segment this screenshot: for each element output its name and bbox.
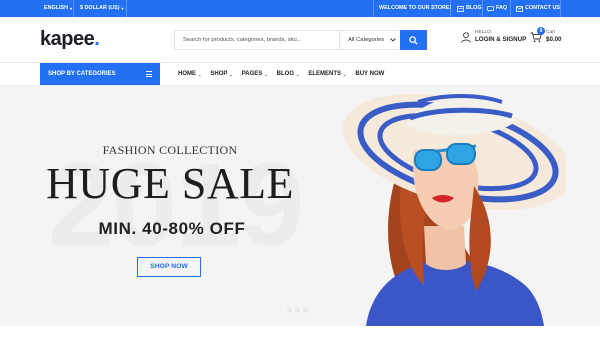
nav-menu: HOME ⌄ SHOP ⌄ PAGES ⌄ BLOG ⌄ ELEMENTS ⌄ BUY N… — [178, 63, 384, 85]
top-bar: ENGLISH ▾ $ DOLLAR (US) ▾ WELCOME TO OUR… — [0, 0, 600, 17]
login-signup-label: LOGIN & SIGNUP — [475, 36, 527, 43]
site-header: kapee. All Categories HELLO, LOGIN & SIG… — [0, 17, 600, 62]
cart-count-badge: 0 — [537, 27, 545, 35]
nav-item-label: SHOP — [210, 71, 228, 77]
blog-link-label: BLOG — [466, 5, 482, 11]
contact-link-label: CONTACT US — [525, 5, 560, 11]
chevron-down-icon — [390, 38, 396, 42]
page-content-below — [0, 326, 600, 343]
main-navigation: SHOP BY CATEGORIES HOME ⌄ SHOP ⌄ PAGES ⌄ BL… — [0, 63, 600, 85]
currency-selector[interactable]: $ DOLLAR (US) ▾ — [80, 0, 124, 17]
language-label: ENGLISH — [44, 5, 68, 11]
chevron-down-icon: ⌄ — [343, 71, 347, 77]
cart-label: Cart — [546, 30, 556, 35]
welcome-text: WELCOME TO OUR STORE! — [379, 5, 452, 11]
hero-kicker: FASHION COLLECTION — [102, 143, 238, 157]
faq-icon — [487, 5, 494, 12]
faq-link-label: FAQ — [496, 5, 508, 11]
shop-now-button[interactable]: SHOP NOW — [137, 257, 201, 277]
hero-slider: 2019 FASHION COLLECTION HUGE SALE MIN. 4… — [0, 86, 600, 326]
chevron-down-icon: ⌄ — [198, 71, 202, 77]
divider — [73, 0, 74, 17]
slider-dot[interactable] — [303, 308, 308, 313]
slider-dot[interactable] — [295, 308, 300, 313]
account-link[interactable]: HELLO, LOGIN & SIGNUP — [461, 30, 526, 43]
mail-icon — [516, 5, 523, 12]
hero-subtitle: MIN. 40-80% OFF — [98, 219, 246, 238]
divider — [510, 0, 511, 17]
search-icon — [409, 35, 418, 45]
nav-item-label: BUY NOW — [355, 71, 385, 77]
search-bar: All Categories — [174, 30, 400, 50]
nav-item-blog[interactable]: BLOG ⌄ — [277, 71, 300, 77]
logo-dot: . — [94, 28, 100, 50]
nav-item-label: PAGES — [241, 71, 263, 77]
category-select[interactable]: All Categories — [339, 31, 401, 49]
nav-item-label: ELEMENTS — [308, 71, 342, 77]
divider — [373, 0, 374, 17]
nav-item-label: HOME — [178, 71, 196, 77]
divider — [126, 0, 127, 17]
chevron-down-icon: ⌄ — [264, 71, 268, 77]
hero-model-image — [342, 94, 566, 326]
nav-item-label: BLOG — [276, 71, 294, 77]
divider — [560, 0, 561, 17]
nav-item-buy-now[interactable]: BUY NOW — [355, 71, 384, 77]
search-input[interactable] — [175, 31, 335, 49]
blog-link[interactable]: BLOG — [457, 0, 482, 17]
nav-item-elements[interactable]: ELEMENTS ⌄ — [308, 71, 346, 77]
cart-amount: $0.00 — [546, 36, 562, 43]
chevron-down-icon: ▾ — [121, 6, 124, 11]
site-logo[interactable]: kapee. — [40, 28, 100, 51]
account-greeting: HELLO, — [475, 30, 493, 35]
menu-icon — [146, 71, 152, 77]
currency-label: $ DOLLAR (US) — [80, 5, 120, 11]
slider-pagination — [287, 308, 308, 313]
user-icon — [461, 32, 471, 43]
blog-icon — [457, 5, 464, 12]
category-select-value: All Categories — [348, 37, 385, 43]
shop-by-categories-label: SHOP BY CATEGORIES — [48, 71, 116, 77]
welcome-message: WELCOME TO OUR STORE! — [379, 0, 451, 17]
chevron-down-icon: ⌄ — [229, 71, 233, 77]
chevron-down-icon: ▾ — [69, 6, 72, 11]
nav-item-pages[interactable]: PAGES ⌄ — [242, 71, 268, 77]
contact-link[interactable]: CONTACT US — [516, 0, 560, 17]
slider-dot[interactable] — [287, 308, 292, 313]
chevron-down-icon: ⌄ — [296, 71, 300, 77]
divider — [482, 0, 483, 17]
cart-link[interactable]: 0 Cart $0.00 — [530, 27, 562, 43]
divider — [450, 0, 451, 17]
nav-item-shop[interactable]: SHOP ⌄ — [210, 71, 232, 77]
logo-text: kapee — [40, 28, 95, 50]
faq-link[interactable]: FAQ — [487, 0, 507, 17]
language-selector[interactable]: ENGLISH ▾ — [44, 0, 72, 17]
shop-by-categories-button[interactable]: SHOP BY CATEGORIES — [40, 63, 160, 85]
hero-title: HUGE SALE — [46, 159, 294, 208]
search-button[interactable] — [400, 30, 427, 50]
nav-item-home[interactable]: HOME ⌄ — [178, 71, 201, 77]
